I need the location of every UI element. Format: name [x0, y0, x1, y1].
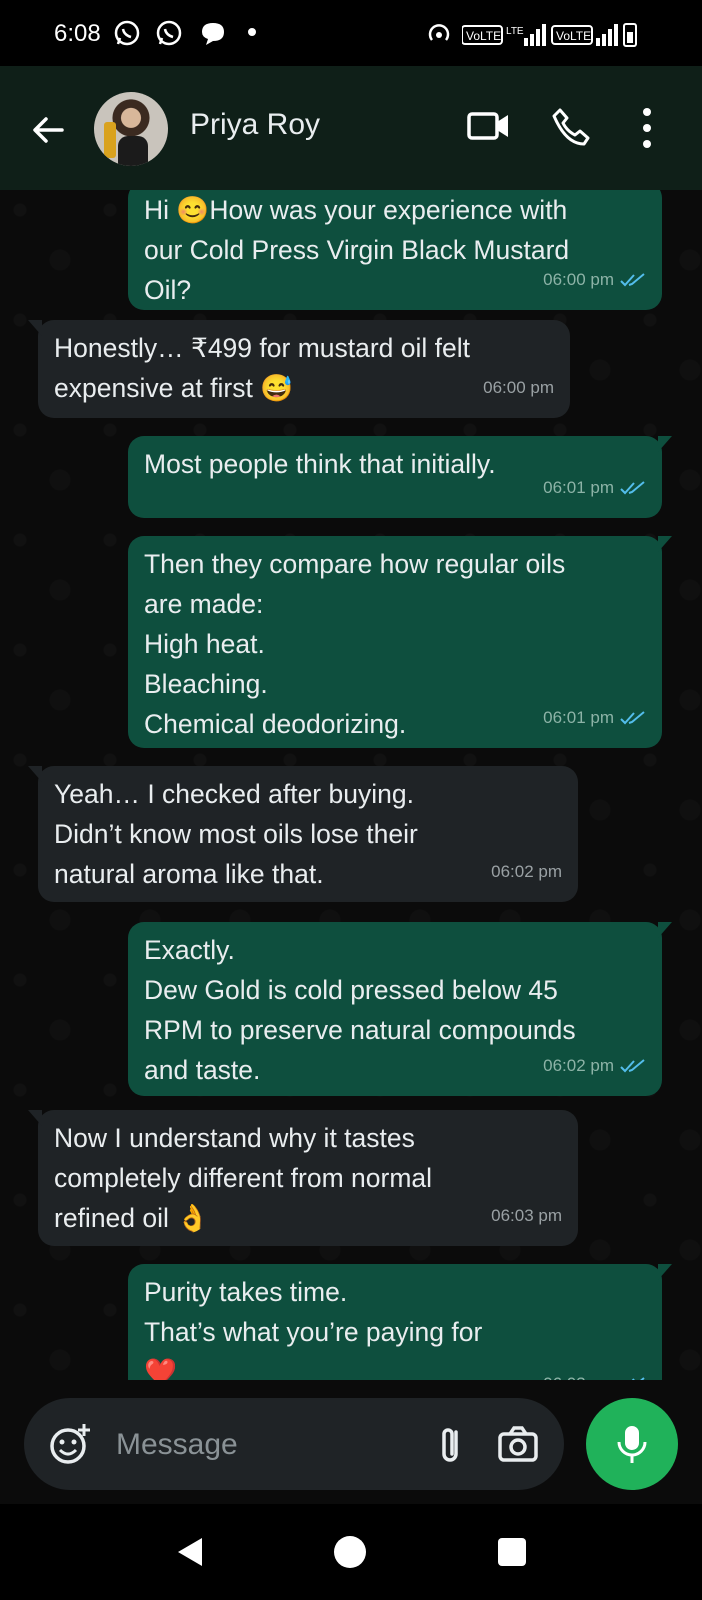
message-time: 06:03 pm — [491, 1206, 562, 1225]
bubble-tail — [658, 536, 672, 552]
bubble-tail — [658, 1264, 672, 1280]
svg-text:LTE: LTE — [506, 26, 524, 37]
incoming-message[interactable]: Honestly… ₹499 for mustard oil felt expe… — [28, 320, 570, 418]
outgoing-message[interactable]: Most people think that initially. 06:01 … — [128, 436, 672, 518]
message-time: 06:03 pm — [543, 1364, 614, 1380]
signal-status-icons: VoLTE LTE VoLTE — [462, 23, 637, 47]
whatsapp-notification-icon-2 — [156, 20, 182, 46]
read-receipt-icon — [620, 1059, 645, 1073]
attach-file-icon[interactable] — [434, 1424, 468, 1466]
voice-message-button[interactable] — [586, 1398, 678, 1490]
more-notifications-dot-icon — [248, 28, 256, 36]
message-meta: 06:03 pm — [491, 1196, 562, 1236]
bubble-tail — [658, 922, 672, 938]
chat-header: Priya Roy — [0, 66, 702, 190]
svg-text:VoLTE: VoLTE — [466, 29, 501, 43]
message-time: 06:01 pm — [543, 478, 614, 497]
message-meta: 06:01 pm — [543, 468, 646, 508]
message-meta: 06:02 pm — [491, 852, 562, 892]
video-call-icon[interactable] — [466, 106, 512, 146]
message-time: 06:01 pm — [543, 708, 614, 727]
nav-recents-icon[interactable] — [494, 1534, 530, 1570]
incoming-message[interactable]: Yeah… I checked after buying. Didn’t kno… — [28, 766, 578, 902]
back-arrow-icon[interactable] — [28, 110, 68, 150]
avatar-bottle-graphic — [104, 122, 116, 158]
read-receipt-icon — [631, 1377, 645, 1380]
message-time: 06:00 pm — [483, 378, 554, 397]
outgoing-message[interactable]: Exactly. Dew Gold is cold pressed below … — [128, 922, 672, 1096]
message-meta: 06:00 pm — [483, 368, 554, 408]
message-text: Honestly… ₹499 for mustard oil felt expe… — [54, 333, 471, 403]
outgoing-message[interactable]: Then they compare how regular oils are m… — [128, 536, 672, 748]
bubble-tail — [658, 436, 672, 452]
bubble-tail — [28, 766, 42, 782]
status-bar: 6:08 VoLTE LTE VoLTE — [0, 0, 702, 66]
message-time: 06:00 pm — [543, 270, 614, 289]
whatsapp-notification-icon — [114, 20, 140, 46]
contact-name[interactable]: Priya Roy — [190, 108, 320, 142]
nav-home-icon[interactable] — [332, 1534, 368, 1570]
message-meta: 06:03 pm — [543, 1364, 646, 1380]
message-input[interactable] — [114, 1418, 408, 1472]
svg-text:VoLTE: VoLTE — [556, 29, 591, 43]
message-text: Now I understand why it tastes completel… — [54, 1123, 433, 1233]
avatar-person-graphic — [118, 136, 148, 166]
message-composer — [24, 1398, 564, 1490]
camera-icon[interactable] — [496, 1424, 540, 1464]
emoji-sticker-icon[interactable] — [46, 1422, 94, 1466]
more-options-icon[interactable] — [640, 106, 654, 150]
message-list[interactable]: Hi 😊How was your experience with our Col… — [0, 190, 702, 1380]
message-text: Yeah… I checked after buying. Didn’t kno… — [54, 779, 418, 889]
message-time: 06:02 pm — [491, 862, 562, 881]
bubble-tail — [28, 1110, 42, 1126]
message-meta: 06:02 pm — [543, 1046, 646, 1086]
outgoing-message[interactable]: Purity takes time. That’s what you’re pa… — [128, 1264, 672, 1380]
system-navigation-bar — [0, 1504, 702, 1600]
read-receipt-icon — [620, 273, 645, 287]
bubble-tail — [28, 320, 42, 336]
hotspot-icon — [428, 24, 450, 41]
contact-avatar[interactable] — [94, 92, 168, 166]
microphone-icon — [617, 1426, 647, 1463]
read-receipt-icon — [620, 481, 645, 495]
read-receipt-icon — [620, 711, 645, 725]
message-meta: 06:00 pm — [543, 260, 646, 300]
message-time: 06:02 pm — [543, 1056, 614, 1075]
voice-call-icon[interactable] — [550, 106, 592, 148]
chat-notification-icon — [202, 23, 224, 45]
outgoing-message[interactable]: Hi 😊How was your experience with our Col… — [128, 190, 662, 310]
message-meta: 06:01 pm — [543, 698, 646, 738]
nav-back-icon[interactable] — [172, 1534, 208, 1570]
status-time: 6:08 — [54, 20, 101, 47]
incoming-message[interactable]: Now I understand why it tastes completel… — [28, 1110, 578, 1246]
